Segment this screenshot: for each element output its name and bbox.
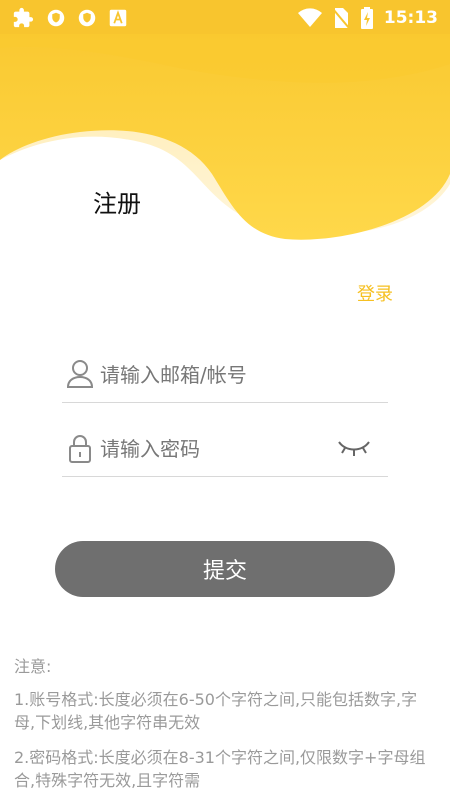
shield-icon [47,9,65,27]
login-link[interactable]: 登录 [357,280,393,306]
notes-heading: 注意: [14,657,52,676]
password-field [62,424,388,477]
notes-section: 注意: 1.账号格式:长度必须在6-50个字符之间,只能包括数字,字母,下划线,… [14,655,434,804]
puzzle-icon [12,7,34,29]
account-field [62,350,388,403]
page-title: 注册 [93,190,141,218]
status-bar: 15:13 [0,0,450,34]
password-rule: 2.密码格式:长度必须在8-31个字符之间,仅限数字+字母组合,特殊字符无效,且… [14,748,426,790]
account-input[interactable] [100,358,340,392]
user-icon [66,359,94,389]
account-rule: 1.账号格式:长度必须在6-50个字符之间,只能包括数字,字母,下划线,其他字符… [14,690,418,732]
submit-button[interactable]: 提交 [55,541,395,597]
battery-charging-icon [360,7,374,29]
no-sim-icon [332,7,350,29]
shield-icon [78,9,96,27]
password-input[interactable] [100,432,340,466]
wifi-icon [297,8,322,28]
lock-icon [66,433,94,463]
clock: 15:13 [383,8,438,28]
font-icon [109,9,127,27]
eye-closed-icon[interactable] [336,438,372,460]
header-wave-decoration [0,34,450,244]
